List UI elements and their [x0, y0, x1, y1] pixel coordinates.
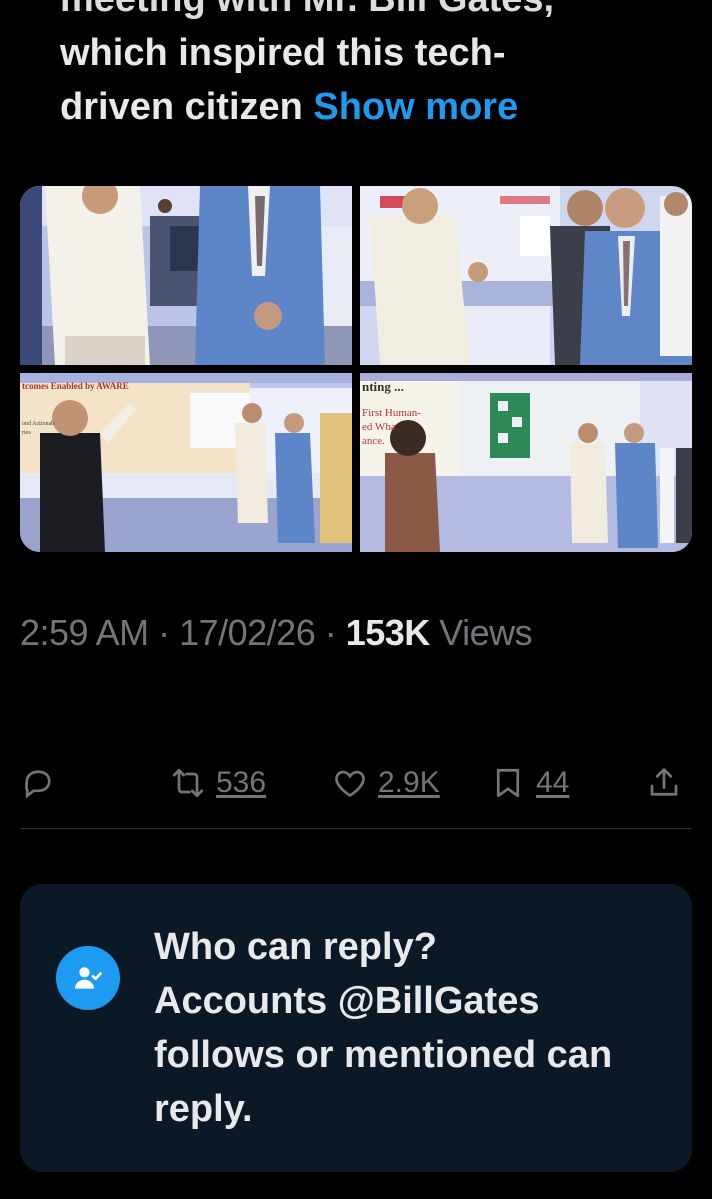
bookmark-icon [496, 768, 520, 798]
photo-4-text-4: ance. [362, 435, 385, 447]
reply-restriction-card: Who can reply? Accounts @BillGates follo… [20, 884, 692, 1172]
repost-count: 536 [216, 766, 267, 799]
photo-3-banner: tcomes Enabled by AWARE [22, 381, 129, 391]
tweet-text-line-1: meeting with Mr. Bill Gates, [60, 0, 680, 26]
photo-4-text-1: nting ... [362, 379, 404, 394]
reply-icon [25, 770, 51, 799]
tweet-meta: 2:59 AM · 17/02/26 · 153K Views [20, 612, 533, 654]
bookmark-count: 44 [536, 766, 570, 799]
divider [20, 828, 692, 829]
tweet-text-line-3: driven citizen [60, 86, 303, 128]
bookmark-button[interactable]: 44 [490, 760, 569, 806]
photo-3[interactable]: tcomes Enabled by AWARE ond Actionab rie… [20, 373, 352, 552]
tweet-time[interactable]: 2:59 AM [20, 612, 149, 653]
repost-icon [172, 768, 204, 798]
meta-separator: · [148, 612, 180, 653]
photo-2[interactable] [360, 186, 692, 365]
photo-4-text-2: First Human- [362, 407, 421, 419]
tweet-text: meeting with Mr. Bill Gates, which inspi… [20, 0, 692, 186]
meta-separator: · [315, 612, 346, 653]
share-icon [650, 768, 678, 796]
action-bar: 536 2.9K 44 [20, 760, 692, 810]
reply-restriction-body: Accounts @BillGates follows or mentioned… [154, 980, 613, 1130]
photo-grid: tcomes Enabled by AWARE ond Actionab rie… [20, 186, 692, 552]
tweet-text-line-2: which inspired this tech- [60, 32, 506, 74]
views-count[interactable]: 153K [346, 612, 431, 653]
repost-button[interactable]: 536 [170, 760, 266, 806]
show-more-link[interactable]: Show more [313, 86, 518, 128]
views-label[interactable]: Views [430, 612, 532, 653]
reply-restriction-heading: Who can reply? [154, 926, 437, 968]
photo-4-text-3: ed Wha [362, 421, 396, 433]
photo-4[interactable]: nting ... First Human- ed Wha ance. [360, 373, 692, 552]
photo-1[interactable] [20, 186, 352, 365]
reply-restriction-text: Who can reply? Accounts @BillGates follo… [154, 920, 654, 1136]
tweet-date[interactable]: 17/02/26 [179, 612, 316, 653]
person-check-icon [56, 946, 120, 1010]
share-button[interactable] [646, 760, 682, 806]
photo-3-side-text: ond Actionab [22, 421, 55, 427]
like-button[interactable]: 2.9K [332, 760, 440, 806]
photo-3-side-text-2: ries [22, 430, 31, 436]
like-icon [335, 770, 365, 798]
reply-button[interactable] [20, 760, 56, 806]
like-count: 2.9K [378, 766, 440, 799]
